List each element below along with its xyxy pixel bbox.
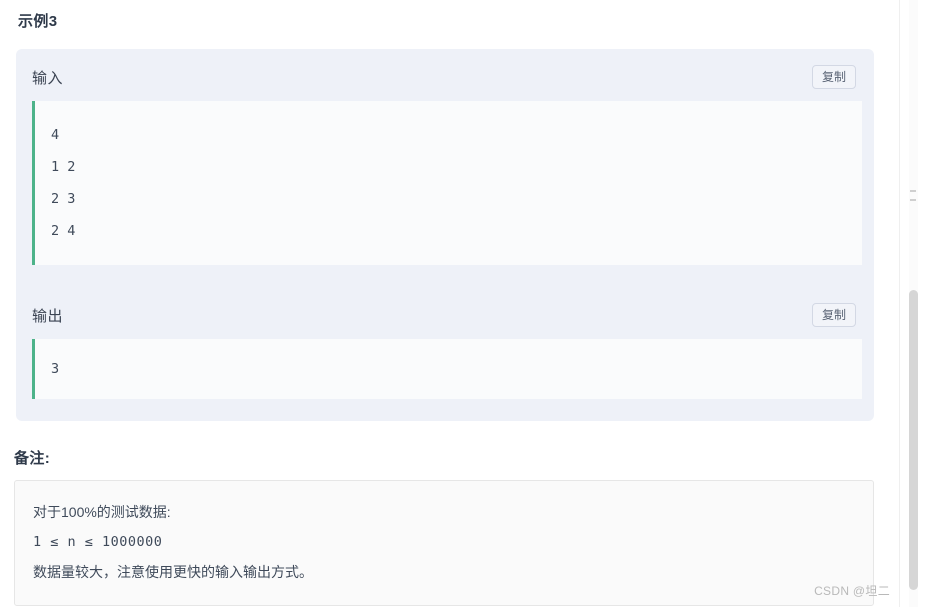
notes-box: 对于100%的测试数据: 1 ≤ n ≤ 1000000 数据量较大，注意使用更…: [14, 480, 874, 606]
output-header: 输出 复制: [16, 287, 874, 339]
code-line: 1 2: [51, 159, 76, 175]
notes-title: 备注:: [14, 450, 51, 467]
code-line: 2 4: [51, 223, 76, 239]
copy-input-button[interactable]: 复制: [811, 65, 856, 89]
input-block: 输入 复制 4 1 2 2 3 2 4: [16, 49, 874, 265]
right-rail: [899, 0, 926, 607]
output-block: 输出 复制 3: [16, 287, 874, 399]
input-code-block: 4 1 2 2 3 2 4: [32, 101, 862, 265]
input-header: 输入 复制: [16, 49, 874, 101]
output-code-block: 3: [32, 339, 862, 399]
output-label: 输出: [32, 307, 64, 325]
code-line: 4: [51, 127, 60, 143]
note-line: 1 ≤ n ≤ 1000000: [33, 534, 163, 550]
note-line: 数据量较大，注意使用更快的输入输出方式。: [33, 564, 313, 580]
copy-output-button[interactable]: 复制: [811, 303, 856, 327]
scrollbar-thumb[interactable]: [909, 290, 918, 590]
page-title: 示例3: [18, 13, 58, 30]
input-label: 输入: [32, 69, 64, 87]
code-line: 3: [51, 361, 60, 377]
note-line: 对于100%的测试数据:: [33, 504, 171, 520]
code-line: 2 3: [51, 191, 76, 207]
card-bottom-spacer: [16, 399, 874, 421]
problem-page: 示例3 输入 复制 4 1 2 2 3 2 4 输出 复制 3 备注: 对于10…: [0, 0, 900, 607]
watermark: CSDN @坦二: [814, 584, 890, 598]
rail-ticks: [910, 190, 916, 208]
example-card: 输入 复制 4 1 2 2 3 2 4 输出 复制 3: [16, 49, 874, 421]
